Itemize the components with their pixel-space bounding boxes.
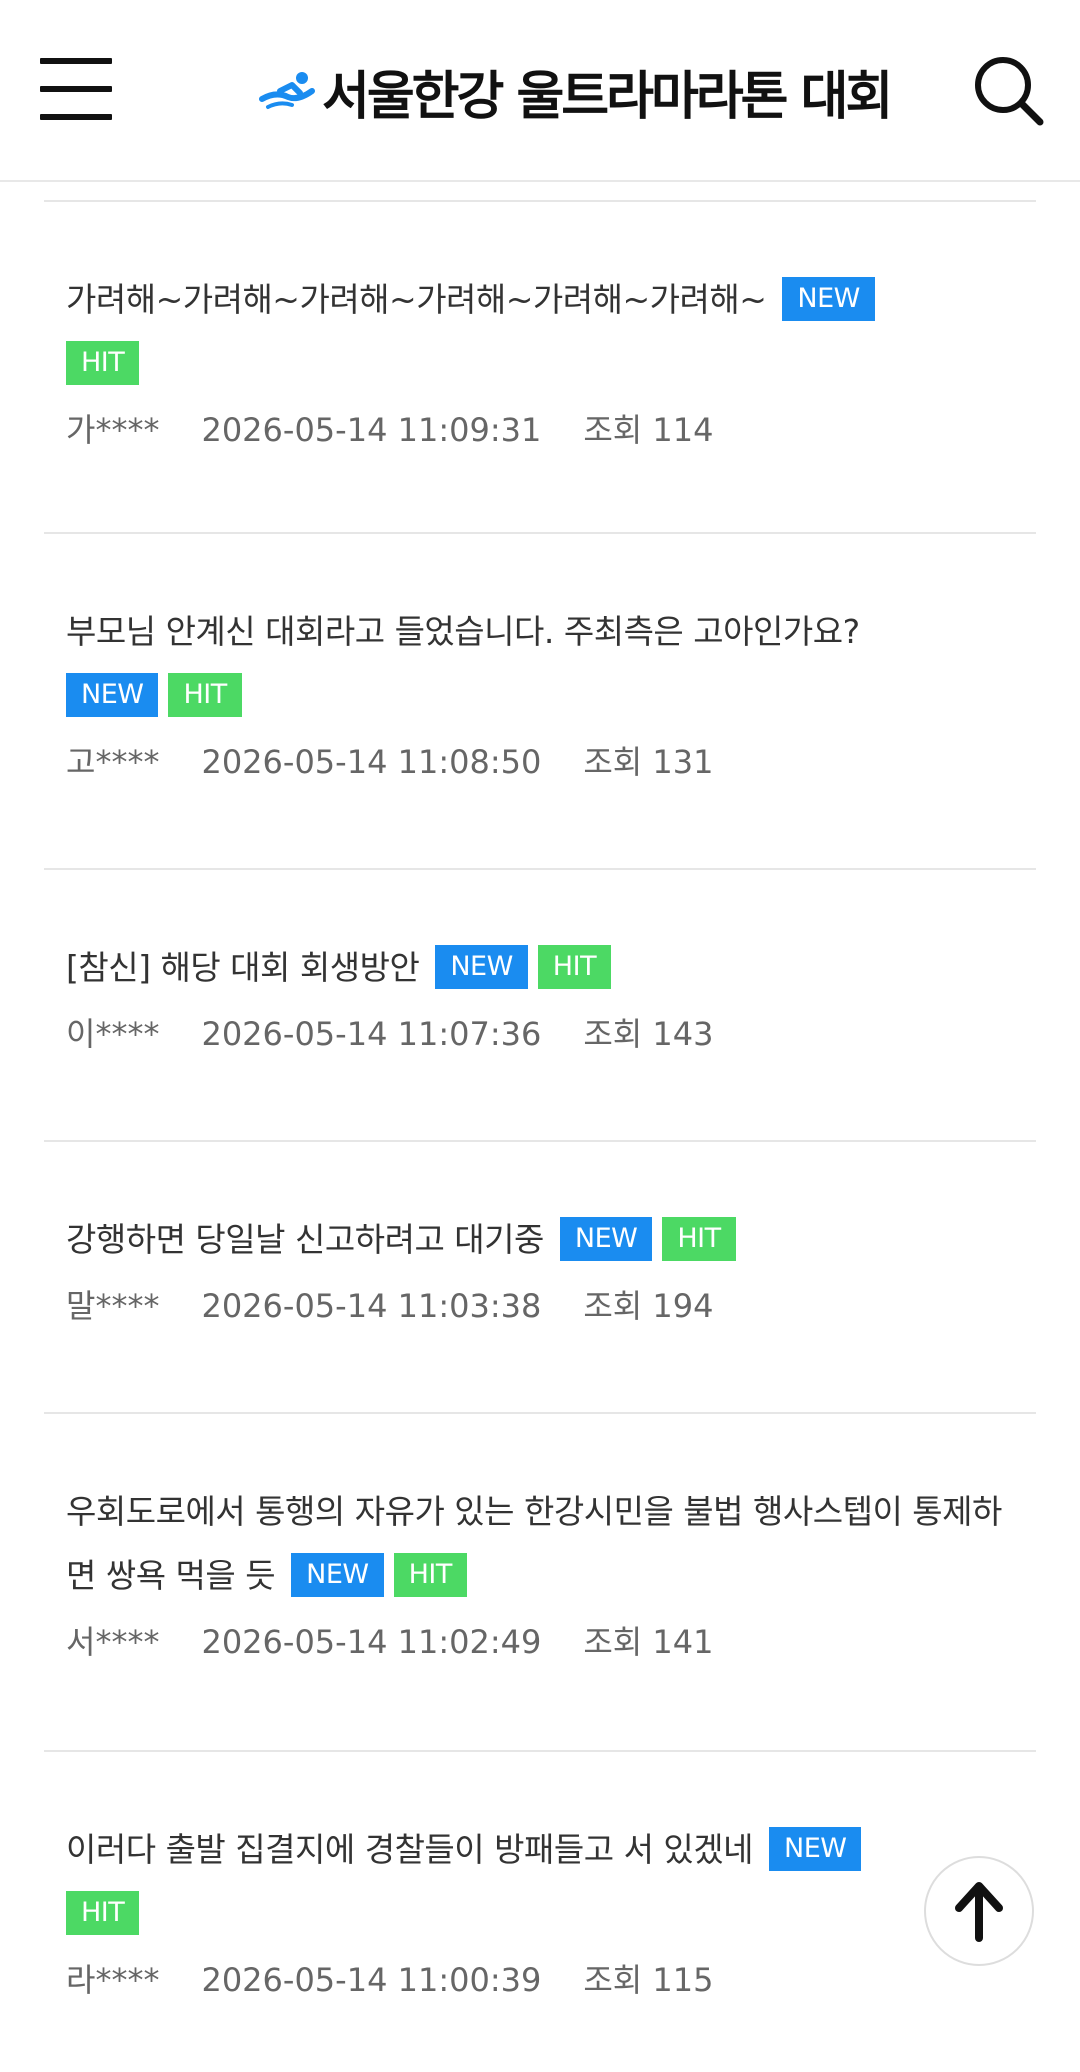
post-meta: 서**** 2026-05-14 11:02:49 조회 141 (66, 1618, 1026, 1666)
post-title[interactable]: 강행하면 당일날 신고하려고 대기중 NEW HIT (66, 1208, 1026, 1272)
hamburger-menu-button[interactable] (40, 58, 114, 120)
hit-badge: HIT (66, 1890, 140, 1935)
post-views: 조회 131 (583, 743, 714, 781)
runner-logo-icon (259, 72, 315, 109)
post-title-text: [참신] 해당 대회 회생방안 (66, 948, 420, 987)
post-title[interactable]: 가려해~가려해~가려해~가려해~가려해~가려해~ NEW HIT (66, 268, 1026, 396)
post-title[interactable]: 부모님 안계신 대회라고 들었습니다. 주최측은 고아인가요? NEW HIT (66, 600, 1026, 728)
site-title: 서울한강 울트라마라톤 대회 (322, 66, 893, 127)
search-icon (975, 57, 1044, 126)
new-badge: NEW (291, 1552, 384, 1597)
post-author: 라**** (66, 1961, 160, 1999)
post-meta: 고**** 2026-05-14 11:08:50 조회 131 (66, 738, 1026, 786)
post-title-text: 강행하면 당일날 신고하려고 대기중 (66, 1220, 544, 1259)
new-badge: NEW (782, 276, 875, 321)
post-views: 조회 114 (583, 411, 714, 449)
new-badge: NEW (66, 672, 159, 717)
post-list-item[interactable]: 이러다 출발 집결지에 경찰들이 방패들고 서 있겠네 NEW HIT 라**** 2… (44, 1752, 1036, 2072)
menu-icon-bar (40, 114, 112, 120)
menu-icon-bar (40, 58, 112, 64)
post-views: 조회 115 (583, 1961, 714, 1999)
hit-badge: HIT (537, 944, 612, 989)
post-list-item[interactable]: 우회도로에서 통행의 자유가 있는 한강시민을 불법 행사스텝이 통제하면 쌍욕… (44, 1414, 1036, 1752)
post-date: 2026-05-14 11:09:31 (201, 411, 542, 449)
post-meta: 이**** 2026-05-14 11:07:36 조회 143 (66, 1010, 1026, 1058)
post-list-item[interactable]: 부모님 안계신 대회라고 들었습니다. 주최측은 고아인가요? NEW HIT 고*… (44, 534, 1036, 870)
post-views: 조회 143 (583, 1015, 714, 1053)
post-meta: 라**** 2026-05-14 11:00:39 조회 115 (66, 1956, 1026, 2004)
post-views: 조회 194 (583, 1287, 714, 1325)
post-author: 가**** (66, 411, 160, 449)
post-title-text: 부모님 안계신 대회라고 들었습니다. 주최측은 고아인가요? (66, 612, 860, 651)
post-title[interactable]: [참신] 해당 대회 회생방안 NEW HIT (66, 936, 1026, 1000)
post-list-item[interactable]: 강행하면 당일날 신고하려고 대기중 NEW HIT 말**** 2026-05-14… (44, 1142, 1036, 1414)
post-meta: 가**** 2026-05-14 11:09:31 조회 114 (66, 406, 1026, 454)
post-author: 고**** (66, 743, 160, 781)
post-title-text: 우회도로에서 통행의 자유가 있는 한강시민을 불법 행사스텝이 통제하면 쌍욕… (66, 1492, 1002, 1595)
hit-badge: HIT (393, 1552, 467, 1597)
menu-icon-bar (40, 86, 112, 92)
post-date: 2026-05-14 11:02:49 (201, 1623, 542, 1661)
new-badge: NEW (435, 944, 528, 989)
hit-badge: HIT (662, 1216, 736, 1261)
post-date: 2026-05-14 11:08:50 (201, 743, 542, 781)
post-author: 말**** (66, 1287, 160, 1325)
post-list-item[interactable]: [참신] 해당 대회 회생방안 NEW HIT 이**** 2026-05-14 11… (44, 870, 1036, 1142)
post-date: 2026-05-14 11:00:39 (201, 1961, 542, 1999)
new-badge: NEW (769, 1826, 862, 1871)
site-logo[interactable]: 서울한강 울트라마라톤 대회 (258, 56, 893, 127)
post-title[interactable]: 이러다 출발 집결지에 경찰들이 방패들고 서 있겠네 NEW HIT (66, 1818, 1026, 1946)
post-title-text: 가려해~가려해~가려해~가려해~가려해~가려해~ (66, 280, 767, 319)
search-button[interactable] (972, 54, 1046, 128)
scroll-to-top-button[interactable] (924, 1856, 1034, 1966)
post-title-text: 이러다 출발 집결지에 경찰들이 방패들고 서 있겠네 (66, 1830, 754, 1869)
post-list-item[interactable]: 가려해~가려해~가려해~가려해~가려해~가려해~ NEW HIT 가**** 2026… (44, 202, 1036, 534)
hit-badge: HIT (168, 672, 242, 717)
arrow-up-icon (955, 1882, 1003, 1942)
post-author: 서**** (66, 1623, 160, 1661)
post-author: 이**** (66, 1015, 160, 1053)
new-badge: NEW (559, 1216, 653, 1261)
post-date: 2026-05-14 11:03:38 (201, 1287, 542, 1325)
post-date: 2026-05-14 11:07:36 (201, 1015, 542, 1053)
post-title[interactable]: 우회도로에서 통행의 자유가 있는 한강시민을 불법 행사스텝이 통제하면 쌍욕… (66, 1480, 1026, 1608)
app-header: 서울한강 울트라마라톤 대회 (0, 0, 1080, 182)
hit-badge: HIT (66, 340, 140, 385)
post-meta: 말**** 2026-05-14 11:03:38 조회 194 (66, 1282, 1026, 1330)
post-views: 조회 141 (583, 1623, 714, 1661)
